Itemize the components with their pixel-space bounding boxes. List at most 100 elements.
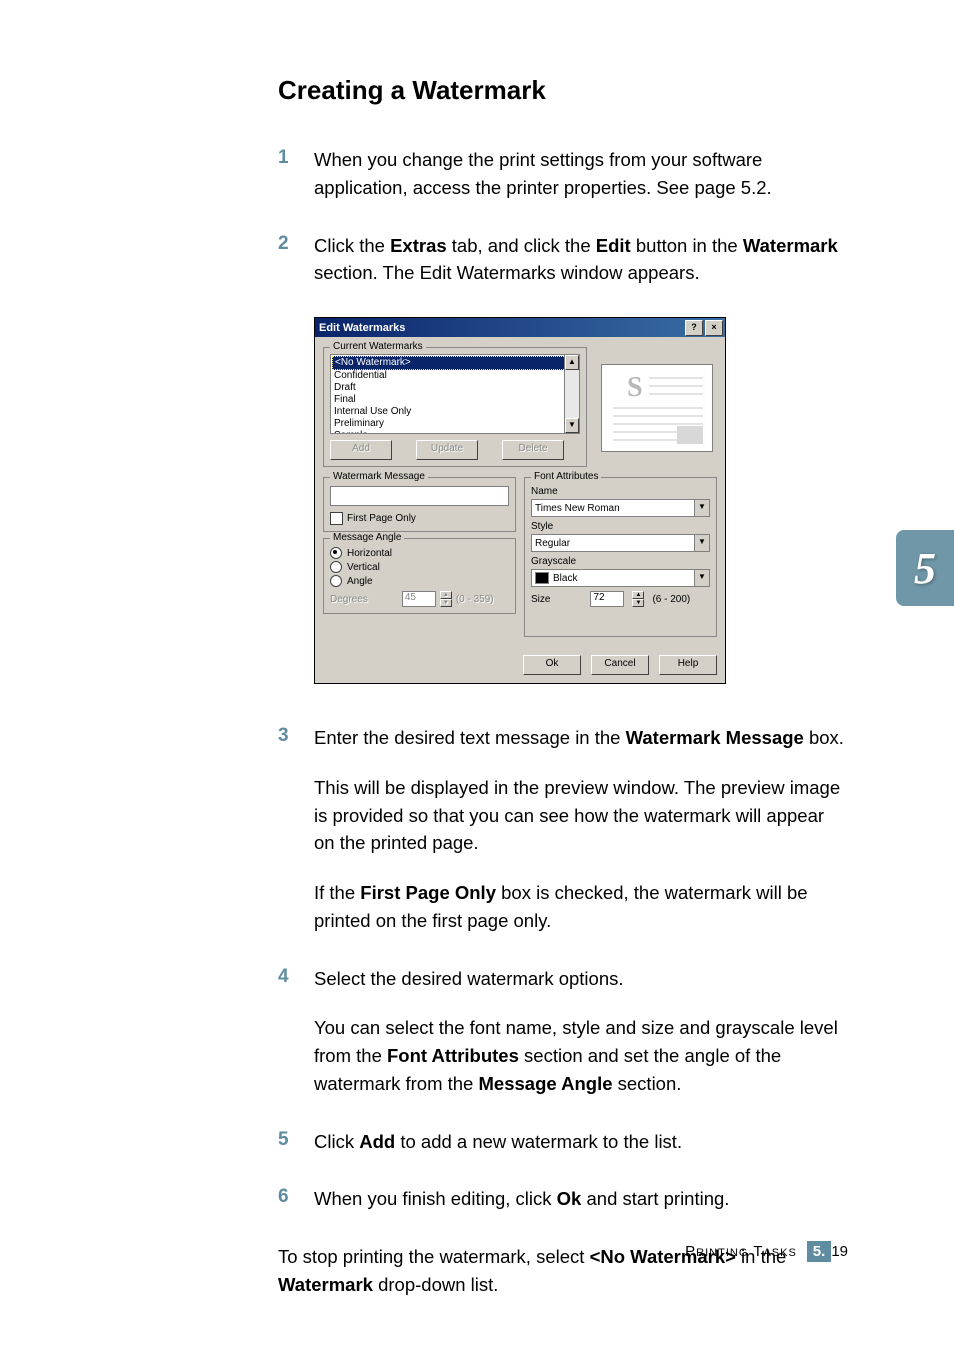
ok-button[interactable]: Ok: [523, 655, 581, 675]
list-item[interactable]: Final: [331, 394, 579, 406]
text: Click: [314, 1131, 359, 1152]
step-1: 1 When you change the print settings fro…: [278, 146, 848, 202]
step-body: When you finish editing, click Ok and st…: [314, 1185, 848, 1213]
style-label: Style: [531, 521, 710, 532]
font-attributes-group: Font Attributes Name Times New Roman▼ St…: [524, 477, 717, 637]
group-legend: Current Watermarks: [330, 341, 426, 352]
scroll-down-icon[interactable]: ▼: [565, 418, 579, 433]
spin-down-icon[interactable]: ▼: [440, 599, 452, 607]
font-style-combo[interactable]: Regular ▼: [531, 534, 710, 552]
dialog-titlebar: Edit Watermarks ? ×: [315, 318, 725, 337]
text: section. The Edit Watermarks window appe…: [314, 262, 700, 283]
bold: Watermark: [743, 235, 838, 256]
degrees-spinner[interactable]: ▲▼: [440, 591, 452, 607]
listbox-scrollbar[interactable]: ▲ ▼: [564, 355, 579, 433]
add-button[interactable]: Add: [330, 440, 392, 460]
first-page-only-checkbox[interactable]: [330, 512, 343, 525]
text: If the: [314, 882, 360, 903]
list-item-selected[interactable]: <No Watermark>: [332, 356, 578, 370]
bold: Message Angle: [479, 1073, 613, 1094]
radio-label: Angle: [347, 576, 373, 587]
bold: First Page Only: [360, 882, 496, 903]
spin-up-icon[interactable]: ▲: [440, 591, 452, 599]
size-range: (6 - 200): [652, 594, 690, 605]
size-spinner[interactable]: ▲▼: [632, 591, 644, 607]
close-titlebar-button[interactable]: ×: [705, 320, 723, 336]
name-label: Name: [531, 486, 710, 497]
current-watermarks-group: Current Watermarks <No Watermark> Confid…: [323, 347, 587, 467]
spin-up-icon[interactable]: ▲: [632, 591, 644, 599]
help-button[interactable]: Help: [659, 655, 717, 675]
step-body: Click Add to add a new watermark to the …: [314, 1128, 848, 1156]
radio-label: Horizontal: [347, 548, 392, 559]
chevron-down-icon[interactable]: ▼: [694, 535, 709, 551]
text: tab, and click the: [447, 235, 596, 256]
spin-down-icon[interactable]: ▼: [632, 599, 644, 607]
watermark-preview: S: [601, 364, 713, 452]
chevron-down-icon[interactable]: ▼: [694, 500, 709, 516]
chapter-side-tab: 5: [896, 530, 954, 606]
step-5: 5 Click Add to add a new watermark to th…: [278, 1128, 848, 1156]
update-button[interactable]: Update: [416, 440, 478, 460]
bold: Watermark: [278, 1274, 373, 1295]
combo-value: Regular: [535, 538, 570, 549]
bold: Extras: [390, 235, 447, 256]
page-reference-link[interactable]: page 5.2: [695, 177, 767, 198]
text: section.: [613, 1073, 682, 1094]
preview-letter: S: [627, 372, 643, 403]
cancel-button[interactable]: Cancel: [591, 655, 649, 675]
list-item[interactable]: Sample: [331, 430, 579, 434]
font-name-combo[interactable]: Times New Roman ▼: [531, 499, 710, 517]
text: drop-down list.: [373, 1274, 498, 1295]
chevron-down-icon[interactable]: ▼: [694, 570, 709, 586]
delete-button[interactable]: Delete: [502, 440, 564, 460]
degrees-input[interactable]: 45: [402, 591, 436, 607]
scroll-up-icon[interactable]: ▲: [565, 355, 579, 370]
step-6: 6 When you finish editing, click Ok and …: [278, 1185, 848, 1213]
bold: Add: [359, 1131, 395, 1152]
help-titlebar-button[interactable]: ?: [685, 320, 703, 336]
text: and start printing.: [581, 1188, 729, 1209]
combo-value: Times New Roman: [535, 503, 620, 514]
text: Select the desired watermark options.: [314, 965, 848, 993]
size-label: Size: [531, 594, 550, 605]
text: Click the: [314, 235, 390, 256]
grayscale-combo[interactable]: Black ▼: [531, 569, 710, 587]
text: to add a new watermark to the list.: [395, 1131, 682, 1152]
list-item[interactable]: Confidential: [331, 370, 579, 382]
message-angle-group: Message Angle Horizontal Vertical Angle …: [323, 538, 516, 614]
bold: Watermark Message: [626, 727, 804, 748]
list-item[interactable]: Internal Use Only: [331, 406, 579, 418]
list-item[interactable]: Draft: [331, 382, 579, 394]
step-body: Select the desired watermark options. Yo…: [314, 965, 848, 1098]
watermark-listbox[interactable]: <No Watermark> Confidential Draft Final …: [330, 354, 580, 434]
degrees-range: (0 - 359): [456, 594, 494, 605]
combo-value: Black: [553, 573, 577, 584]
step-body: Click the Extras tab, and click the Edit…: [314, 232, 848, 288]
text: box.: [804, 727, 844, 748]
group-legend: Message Angle: [330, 532, 404, 543]
text: .: [767, 177, 772, 198]
step-3: 3 Enter the desired text message in the …: [278, 724, 848, 935]
paragraph: This will be displayed in the preview wi…: [314, 774, 848, 857]
text: Enter the desired text message in the: [314, 727, 626, 748]
edit-watermarks-dialog: Edit Watermarks ? × Current Watermarks <…: [314, 317, 726, 684]
grayscale-label: Grayscale: [531, 556, 710, 567]
step-number: 3: [278, 724, 296, 935]
group-legend: Font Attributes: [531, 471, 601, 482]
degrees-label: Degrees: [330, 594, 368, 605]
step-number: 1: [278, 146, 296, 202]
footer-page-number: 19: [831, 1243, 848, 1260]
color-swatch: [535, 572, 549, 584]
list-item[interactable]: Preliminary: [331, 418, 579, 430]
size-input[interactable]: 72: [590, 591, 624, 607]
angle-radio[interactable]: [330, 575, 342, 587]
watermark-message-input[interactable]: [330, 486, 509, 506]
footer-section-label: Printing Tasks: [685, 1243, 797, 1260]
watermark-message-group: Watermark Message First Page Only: [323, 477, 516, 532]
text: When you finish editing, click: [314, 1188, 557, 1209]
horizontal-radio[interactable]: [330, 547, 342, 559]
checkbox-label: First Page Only: [347, 513, 416, 524]
step-number: 2: [278, 232, 296, 288]
vertical-radio[interactable]: [330, 561, 342, 573]
